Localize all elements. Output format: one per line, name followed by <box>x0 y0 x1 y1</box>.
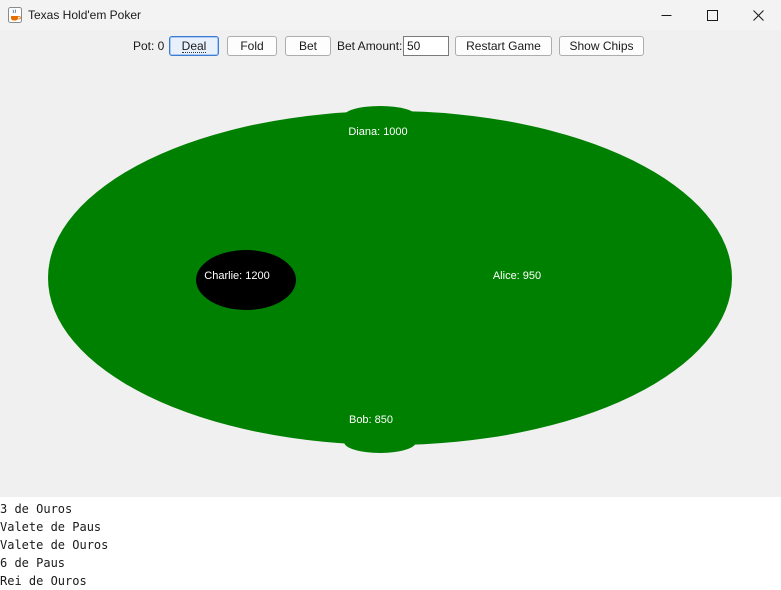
maximize-icon <box>706 9 718 21</box>
log-line: 3 de Ouros <box>0 502 73 516</box>
fold-button-label: Fold <box>240 39 264 53</box>
log-line: 6 de Paus <box>0 556 66 570</box>
restart-game-button[interactable]: Restart Game <box>455 36 552 56</box>
poker-window: Texas Hold'em Poker Pot: 0 Deal Fold Bet <box>0 0 781 590</box>
bet-button-label: Bet <box>298 39 317 53</box>
seat-bottom-bump <box>344 431 416 453</box>
poker-table-felt <box>48 111 732 445</box>
controls-toolbar: Pot: 0 Deal Fold Bet Bet Amount: Restart… <box>0 30 781 64</box>
log-line: Valete de Paus <box>0 520 102 534</box>
player-seat-right: Alice: 950 <box>492 270 542 282</box>
player-seat-left: Charlie: 1200 <box>204 270 270 282</box>
close-button[interactable] <box>735 0 781 30</box>
pot-label: Pot: 0 <box>133 39 165 53</box>
bet-button[interactable]: Bet <box>285 36 331 56</box>
deal-button-label: Deal <box>181 38 207 53</box>
seat-top-bump <box>344 106 416 126</box>
fold-button[interactable]: Fold <box>227 36 277 56</box>
player-seat-top: Diana: 1000 <box>348 126 408 138</box>
title-bar: Texas Hold'em Poker <box>0 0 781 30</box>
log-line: Rei de Ouros <box>0 574 87 588</box>
card-log-textarea[interactable]: 3 de Ouros Valete de Paus Valete de Ouro… <box>0 497 781 590</box>
player-seat-bottom: Bob: 850 <box>348 414 394 426</box>
minimize-icon <box>661 10 672 21</box>
poker-table-area: Diana: 1000 Charlie: 1200 Alice: 950 Bob… <box>0 64 781 497</box>
window-title: Texas Hold'em Poker <box>28 8 142 22</box>
close-icon <box>752 9 764 21</box>
show-chips-button-label: Show Chips <box>569 39 634 53</box>
show-chips-button[interactable]: Show Chips <box>559 36 644 56</box>
bet-amount-input[interactable] <box>403 36 449 56</box>
bet-amount-label: Bet Amount: <box>337 39 403 53</box>
minimize-button[interactable] <box>643 0 689 30</box>
restart-game-button-label: Restart Game <box>466 39 541 53</box>
maximize-button[interactable] <box>689 0 735 30</box>
log-line: Valete de Ouros <box>0 538 109 552</box>
java-cup-icon <box>8 7 22 23</box>
deal-button[interactable]: Deal <box>169 36 219 56</box>
